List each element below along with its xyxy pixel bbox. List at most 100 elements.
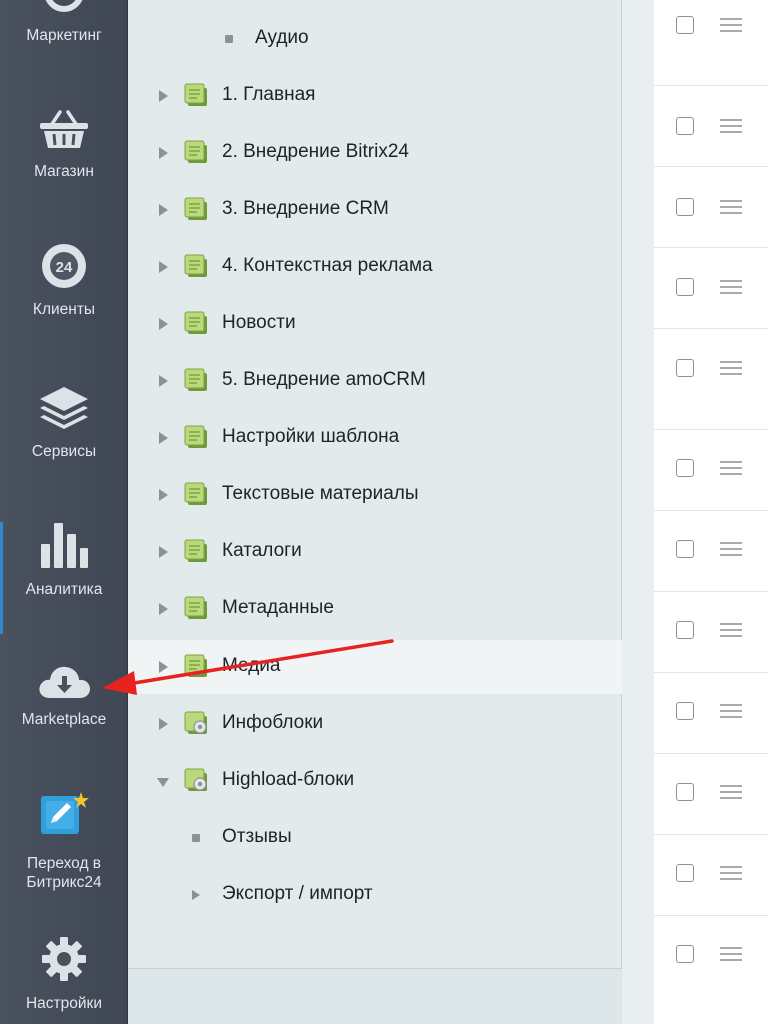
drag-handle-icon[interactable]	[720, 461, 742, 479]
sidebar-item-go-bitrix24[interactable]: Переход в Битрикс24	[0, 790, 128, 900]
checkbox-icon[interactable]	[676, 783, 694, 801]
checkbox-icon[interactable]	[676, 864, 694, 882]
tree-item-label: 4. Контекстная реклама	[222, 255, 433, 276]
collapse-arrow-icon[interactable]	[157, 778, 169, 787]
section-folder-icon	[184, 197, 207, 220]
marketing-icon	[0, 0, 128, 16]
sidebar-item-label: Маркетинг	[26, 27, 102, 44]
drag-handle-icon[interactable]	[720, 542, 742, 560]
tree-item[interactable]: 1. Главная	[128, 69, 622, 123]
sidebar-item-marketplace[interactable]: Marketplace	[0, 652, 128, 742]
list-item[interactable]	[654, 86, 768, 167]
section-folder-icon	[184, 83, 207, 106]
expand-arrow-icon[interactable]	[159, 318, 168, 330]
list-item[interactable]	[654, 167, 768, 248]
checkbox-icon[interactable]	[676, 945, 694, 963]
sidebar-item-services[interactable]: Сервисы	[0, 382, 128, 472]
sidebar-item-settings[interactable]: Настройки	[0, 930, 128, 1024]
tree-item[interactable]: Текстовые материалы	[128, 468, 622, 522]
drag-handle-icon[interactable]	[720, 280, 742, 298]
tree-item-selected[interactable]: Медиа	[128, 640, 622, 694]
section-folder-icon	[184, 254, 207, 277]
checkbox-icon[interactable]	[676, 278, 694, 296]
checkbox-icon[interactable]	[676, 459, 694, 477]
checkbox-icon[interactable]	[676, 540, 694, 558]
tree-item[interactable]: 4. Контекстная реклама	[128, 240, 622, 294]
expand-arrow-icon[interactable]	[159, 432, 168, 444]
checkbox-icon[interactable]	[676, 702, 694, 720]
drag-handle-icon[interactable]	[720, 704, 742, 722]
expand-arrow-icon[interactable]	[159, 489, 168, 501]
drag-handle-icon[interactable]	[720, 200, 742, 218]
tree-item[interactable]: Аудио	[128, 12, 622, 66]
list-item[interactable]	[654, 248, 768, 329]
sidebar-item-analytics[interactable]: Аналитика	[0, 518, 128, 614]
list-item[interactable]	[654, 673, 768, 754]
tree-item-label: 2. Внедрение Bitrix24	[222, 141, 409, 162]
checkbox-icon[interactable]	[676, 359, 694, 377]
checkbox-icon[interactable]	[676, 117, 694, 135]
list-item[interactable]	[654, 0, 768, 86]
drag-handle-icon[interactable]	[720, 785, 742, 803]
expand-arrow-icon[interactable]	[159, 375, 168, 387]
tree-item-label: Highload-блоки	[222, 769, 355, 790]
expand-arrow-icon[interactable]	[159, 90, 168, 102]
sidebar-item-clients[interactable]: 24 Клиенты	[0, 238, 128, 330]
drag-handle-icon[interactable]	[720, 18, 742, 36]
list-item[interactable]	[654, 754, 768, 835]
tree-item[interactable]: 5. Внедрение amoCRM	[128, 354, 622, 408]
bullet-icon	[225, 35, 233, 43]
left-sidebar: Маркетинг Магазин 24 Клиенты Сервисы Ана…	[0, 0, 128, 1024]
list-item[interactable]	[654, 835, 768, 916]
expand-arrow-icon[interactable]	[159, 147, 168, 159]
checkbox-icon[interactable]	[676, 198, 694, 216]
tree-item[interactable]: Инфоблоки	[128, 697, 622, 751]
tree-item[interactable]: Настройки шаблона	[128, 411, 622, 465]
tree-item-label: 1. Главная	[222, 84, 316, 105]
expand-arrow-icon[interactable]	[159, 661, 168, 673]
items-list	[654, 0, 768, 1024]
drag-handle-icon[interactable]	[720, 866, 742, 884]
list-item[interactable]	[654, 511, 768, 592]
tree-item-label: Метаданные	[222, 597, 334, 618]
tree-item-label: Текстовые материалы	[222, 483, 419, 504]
tree-item[interactable]: Отзывы	[128, 811, 622, 865]
sidebar-item-shop[interactable]: Магазин	[0, 100, 128, 190]
tree-item[interactable]: 2. Внедрение Bitrix24	[128, 126, 622, 180]
checkbox-icon[interactable]	[676, 621, 694, 639]
bullet-icon	[192, 834, 200, 842]
sidebar-item-label: Аналитика	[25, 581, 103, 598]
section-folder-icon	[184, 482, 207, 505]
tree-item-label: Новости	[222, 312, 296, 333]
drag-handle-icon[interactable]	[720, 119, 742, 137]
iblock-folder-icon	[184, 711, 207, 734]
tree-item[interactable]: Каталоги	[128, 525, 622, 579]
drag-handle-icon[interactable]	[720, 947, 742, 965]
tree-item[interactable]: Метаданные	[128, 582, 622, 636]
expand-arrow-icon[interactable]	[159, 603, 168, 615]
tree-item[interactable]: 3. Внедрение CRM	[128, 183, 622, 237]
drag-handle-icon[interactable]	[720, 623, 742, 641]
tree-item-label: Каталоги	[222, 540, 302, 561]
panel-separator	[622, 0, 654, 1024]
sidebar-item-marketing[interactable]: Маркетинг	[0, 0, 128, 60]
list-item[interactable]	[654, 329, 768, 430]
expand-arrow-icon[interactable]	[159, 546, 168, 558]
expand-arrow-icon[interactable]	[159, 718, 168, 730]
expand-arrow-icon[interactable]	[192, 890, 200, 900]
tree-item[interactable]: Highload-блоки	[128, 754, 622, 808]
tree-item-label: Отзывы	[222, 826, 292, 847]
svg-text:24: 24	[56, 259, 73, 276]
sidebar-item-label: Сервисы	[31, 443, 97, 460]
tree-item[interactable]: Новости	[128, 297, 622, 351]
list-item[interactable]	[654, 430, 768, 511]
list-item[interactable]	[654, 916, 768, 1024]
list-item[interactable]	[654, 592, 768, 673]
tree-item[interactable]: Экспорт / импорт	[128, 868, 622, 922]
section-folder-icon	[184, 425, 207, 448]
highload-folder-icon	[184, 768, 207, 791]
drag-handle-icon[interactable]	[720, 361, 742, 379]
expand-arrow-icon[interactable]	[159, 261, 168, 273]
expand-arrow-icon[interactable]	[159, 204, 168, 216]
checkbox-icon[interactable]	[676, 16, 694, 34]
